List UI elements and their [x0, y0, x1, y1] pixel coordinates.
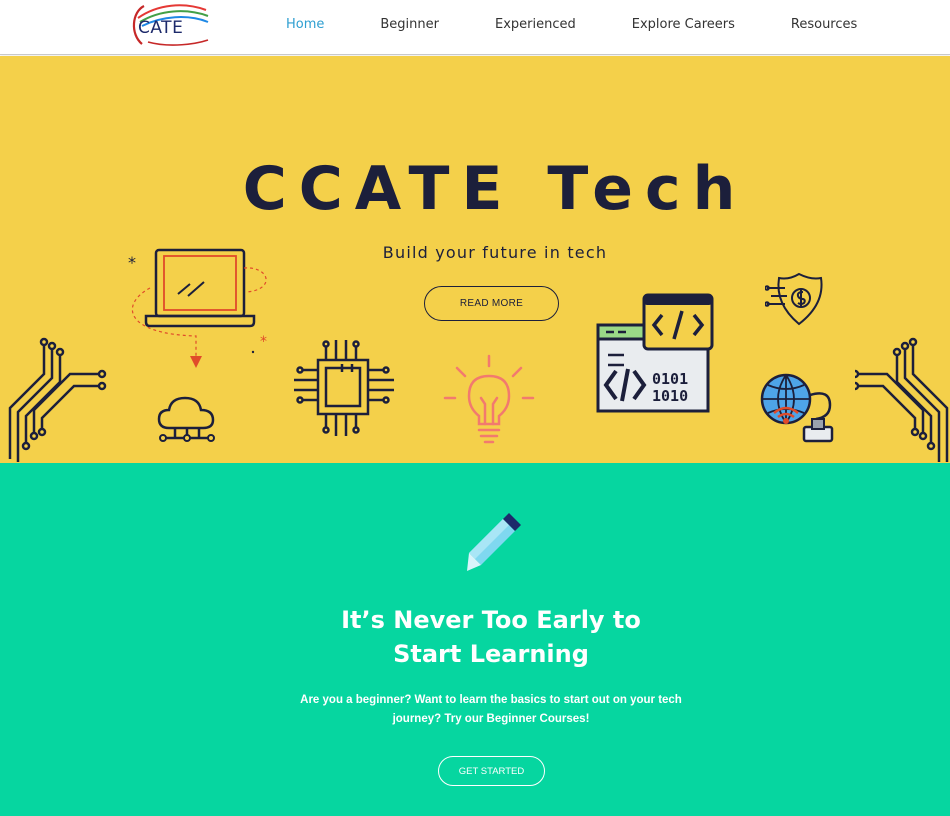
- hero-section: CCATE Tech Build your future in tech REA…: [0, 56, 950, 463]
- nav-home[interactable]: Home: [268, 17, 342, 32]
- logo-text: CATE: [138, 18, 184, 38]
- svg-text:*: *: [128, 253, 136, 272]
- beginner-section: It’s Never Too Early to Start Learning A…: [0, 463, 950, 816]
- nav-resources[interactable]: Resources: [753, 17, 875, 32]
- site-logo[interactable]: CATE: [130, 0, 210, 50]
- hero-title: CCATE Tech: [242, 154, 748, 224]
- chip-icon: [294, 340, 394, 436]
- beginner-description: Are you a beginner? Want to learn the ba…: [300, 694, 682, 725]
- beginner-title-line2: Start Learning: [393, 640, 589, 668]
- circuit-right-icon: [855, 337, 949, 462]
- read-more-button[interactable]: READ MORE: [424, 286, 559, 321]
- circuit-left-icon: [8, 337, 107, 462]
- nav-explore-careers[interactable]: Explore Careers: [594, 17, 753, 32]
- site-header: CATE Home Beginner Experienced Explore C…: [0, 0, 950, 55]
- svg-text:0101: 0101: [652, 370, 688, 388]
- laptop-icon: * *: [128, 248, 267, 368]
- lightbulb-icon: [443, 354, 535, 444]
- svg-text:*: *: [260, 334, 267, 350]
- get-started-button[interactable]: GET STARTED: [438, 756, 545, 786]
- beginner-title: It’s Never Too Early to Start Learning: [0, 603, 950, 671]
- cloud-icon: [157, 396, 215, 442]
- code-window-icon: 0101 1010: [596, 293, 714, 413]
- main-nav: Home Beginner Experienced Explore Career…: [268, 0, 875, 48]
- globe-network-icon: [760, 373, 834, 443]
- beginner-title-line1: It’s Never Too Early to: [341, 606, 641, 634]
- nav-beginner[interactable]: Beginner: [342, 17, 457, 32]
- svg-text:1010: 1010: [652, 387, 688, 405]
- shield-dollar-icon: [765, 272, 823, 326]
- pencil-icon: [467, 513, 521, 571]
- nav-experienced[interactable]: Experienced: [457, 17, 594, 32]
